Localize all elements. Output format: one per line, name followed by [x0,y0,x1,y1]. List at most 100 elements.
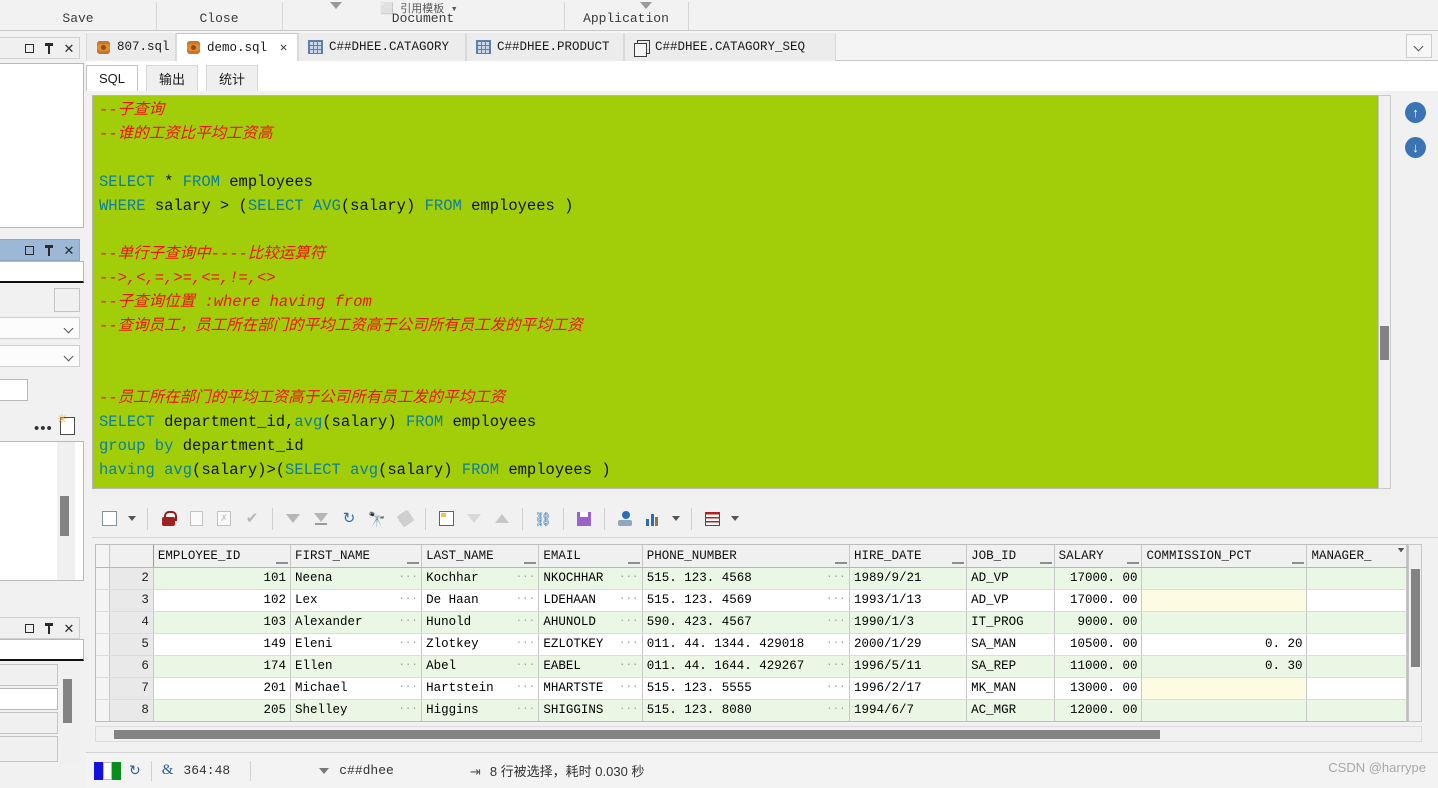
cell-last_name[interactable]: Abel ··· [421,655,540,678]
cell-expand-icon[interactable]: ··· [399,638,419,649]
ellipsis-icon[interactable]: ••• [34,421,53,436]
cell-expand-icon[interactable]: ··· [619,594,639,605]
maximize-icon-2[interactable] [19,240,39,260]
column-resize-handle[interactable] [1292,561,1305,564]
next-page-button[interactable] [280,506,306,532]
cell-expand-icon[interactable]: ··· [516,660,536,671]
cell-manager_[interactable] [1306,611,1407,634]
cell-expand-icon[interactable]: ··· [399,660,419,671]
tree-view-button[interactable]: ⛓ [530,506,556,532]
row-gutter[interactable] [96,567,111,590]
save-data-button[interactable] [571,506,597,532]
column-header-email[interactable]: EMAIL [538,545,643,568]
row-number[interactable]: 4 [109,611,154,634]
cell-salary[interactable]: 17000. 00 [1054,589,1143,612]
row-gutter[interactable] [96,699,111,721]
cell-first_name[interactable]: Shelley ··· [290,699,423,721]
cell-commission_pct[interactable]: 0. 20 [1141,633,1308,656]
row-gutter[interactable] [96,655,111,678]
maximize-icon-3[interactable] [19,618,39,638]
cell-employee_id[interactable]: 174 [153,655,292,678]
cell-expand-icon[interactable]: ··· [826,616,846,627]
refresh-button[interactable]: ↻ [336,506,362,532]
cell-job_id[interactable]: AC_MGR [966,699,1055,721]
editor-vertical-scrollbar[interactable] [1378,95,1391,489]
cell-email[interactable]: AHUNOLD ··· [538,611,643,634]
cell-first_name[interactable]: Michael ··· [290,677,423,700]
result-data-grid[interactable]: EMPLOYEE_ID FIRST_NAME LAST_NAME EMAIL PHONE… [95,544,1408,722]
tab-statistics[interactable]: 统计 [206,65,258,91]
column-resize-handle[interactable] [1039,561,1052,564]
cell-salary[interactable]: 10500. 00 [1054,633,1143,656]
column-resize-handle[interactable] [834,561,847,564]
cell-expand-icon[interactable]: ··· [399,682,419,693]
form-view-button[interactable] [96,506,122,532]
cell-commission_pct[interactable] [1141,677,1308,700]
grid-options-dropdown[interactable] [727,506,743,532]
cell-employee_id[interactable]: 101 [153,567,292,590]
cell-expand-icon[interactable]: ··· [516,594,536,605]
cell-expand-icon[interactable]: ··· [619,682,639,693]
cell-salary[interactable]: 17000. 00 [1054,567,1143,590]
cell-phone_number[interactable]: 011. 44. 1644. 429267 ··· [642,655,850,678]
cell-commission_pct[interactable] [1141,567,1308,590]
cell-expand-icon[interactable]: ··· [619,638,639,649]
sql-editor-code[interactable]: --子查询 --谁的工资比平均工资高 SELECT * FROM employee… [99,98,1389,482]
cell-hire_date[interactable]: 1996/5/11 [849,548,1404,678]
tab-sql[interactable]: SQL [86,65,138,91]
column-resize-handle[interactable] [952,561,965,564]
cell-hire_date[interactable]: 2000/1/29 [849,548,1404,656]
column-resize-handle[interactable] [276,561,289,564]
grid-vertical-scrollbar[interactable] [1408,544,1422,722]
cell-phone_number[interactable]: 515. 123. 4569 ··· [642,589,850,612]
cell-email[interactable]: LDEHAAN ··· [538,589,643,612]
pin-icon[interactable] [39,38,59,58]
cell-expand-icon[interactable]: ··· [516,682,536,693]
lock-record-button[interactable] [155,506,181,532]
column-header-first_name[interactable]: FIRST_NAME [290,545,423,568]
row-number[interactable]: 7 [109,677,154,700]
last-page-button[interactable] [308,506,334,532]
close-icon[interactable]: ✕ [59,38,79,58]
cell-last_name[interactable]: Zlotkey ··· [421,633,540,656]
cell-job_id[interactable]: SA_REP [966,655,1055,678]
cell-job_id[interactable]: AD_VP [966,589,1055,612]
row-gutter[interactable] [96,589,111,612]
column-header-commission_pct[interactable]: COMMISSION_PCT [1141,545,1308,568]
column-header-hire_date[interactable]: HIRE_DATE [849,545,968,568]
cell-salary[interactable]: 13000. 00 [1054,677,1143,700]
table-row[interactable]: 6 174 Ellen ··· Abel ··· EABEL ··· 011. 44. 1644… [96,548,1407,678]
chart-dropdown[interactable] [668,506,684,532]
column-header-salary[interactable]: SALARY [1054,545,1143,568]
sort-desc-button[interactable] [461,506,487,532]
sort-asc-button[interactable] [489,506,515,532]
cell-expand-icon[interactable]: ··· [516,616,536,627]
cell-expand-icon[interactable]: ··· [619,660,639,671]
scroll-up-button[interactable]: ↑ [1405,102,1426,123]
cell-expand-icon[interactable]: ··· [826,594,846,605]
panel-combo-2[interactable] [0,345,80,367]
cell-salary[interactable]: 12000. 00 [1054,699,1143,721]
editor-horizontal-scrollbar[interactable] [92,489,1391,496]
table-row[interactable]: 8 205 Shelley ··· Higgins ··· SHIGGINS ··· 515. … [96,548,1407,721]
table-row[interactable]: 3 102 Lex ··· De Haan ··· LDEHAAN ··· 515. 123. … [96,548,1407,612]
cell-expand-icon[interactable]: ··· [516,572,536,583]
close-icon-2[interactable]: ✕ [59,240,79,260]
maximize-icon[interactable] [19,38,39,58]
column-resize-handle[interactable] [627,561,640,564]
panel-list-scroll-thumb[interactable] [60,496,69,536]
row-number[interactable]: 5 [109,633,154,656]
panel-small-button[interactable] [54,288,80,312]
cell-expand-icon[interactable]: ··· [826,572,846,583]
chart-button[interactable] [640,506,666,532]
cell-hire_date[interactable]: 1993/1/13 [849,548,1404,612]
cell-phone_number[interactable]: 515. 123. 5555 ··· [642,677,850,700]
cell-hire_date[interactable]: 1996/2/17 [849,548,1404,700]
cell-last_name[interactable]: Hunold ··· [421,611,540,634]
cell-expand-icon[interactable]: ··· [826,704,846,715]
column-header-job_id[interactable]: JOB_ID [966,545,1055,568]
cell-email[interactable]: EABEL ··· [538,655,643,678]
cell-expand-icon[interactable]: ··· [619,616,639,627]
sql-editor[interactable]: --子查询 --谁的工资比平均工资高 SELECT * FROM employee… [92,95,1390,489]
cell-manager_[interactable] [1306,589,1407,612]
